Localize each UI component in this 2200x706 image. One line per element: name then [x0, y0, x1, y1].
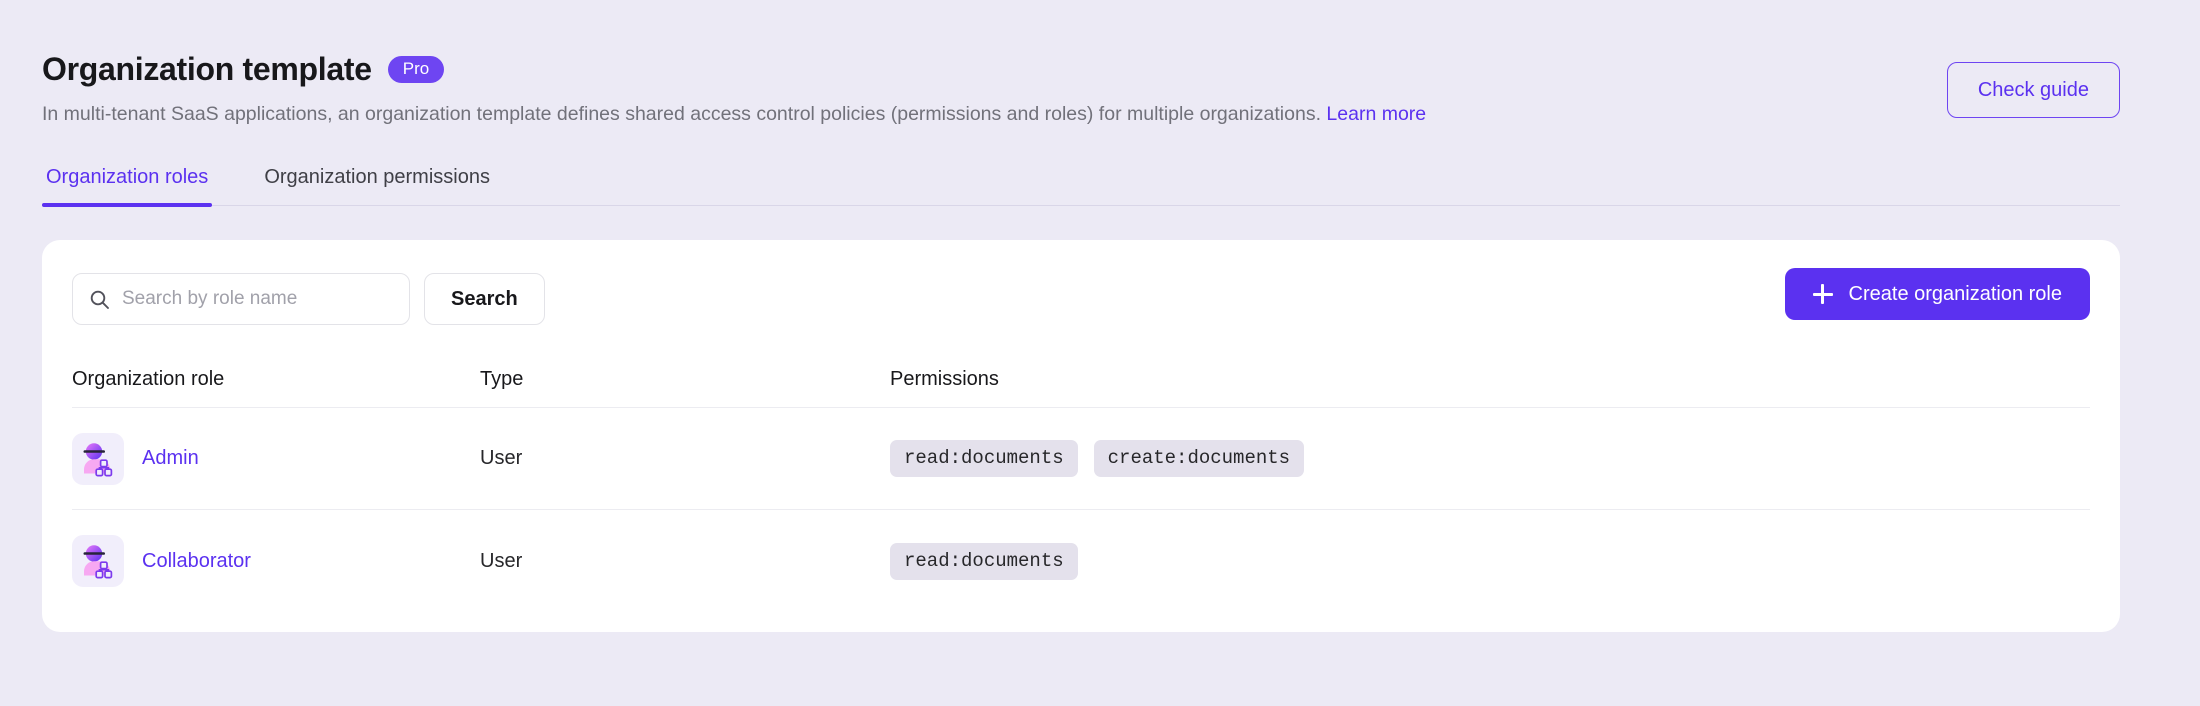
column-header-type: Type: [480, 368, 524, 390]
roles-toolbar: Search Create organization role: [42, 240, 2120, 330]
tabs: Organization roles Organization permissi…: [42, 166, 2120, 207]
column-header-permissions: Permissions: [890, 368, 999, 390]
tab-organization-permissions[interactable]: Organization permissions: [260, 166, 494, 205]
pro-badge: Pro: [387, 55, 445, 84]
role-permissions: read:documents: [890, 542, 2090, 580]
permission-chip: read:documents: [890, 542, 1078, 580]
search-input[interactable]: [122, 288, 393, 310]
page-description: In multi-tenant SaaS applications, an or…: [42, 101, 2120, 128]
roles-card: Search Create organization role Organiza…: [42, 240, 2120, 632]
role-permissions: read:documents create:documents: [890, 440, 2090, 477]
learn-more-link[interactable]: Learn more: [1326, 103, 1426, 125]
search-box[interactable]: [72, 273, 410, 325]
create-organization-role-button[interactable]: Create organization role: [1784, 268, 2090, 320]
organization-role-avatar-icon: [72, 535, 124, 587]
organization-role-avatar-icon: [72, 432, 124, 485]
role-type: User: [480, 447, 523, 469]
role-link[interactable]: Collaborator: [142, 550, 251, 573]
role-type: User: [480, 549, 523, 572]
role-link[interactable]: Admin: [142, 447, 199, 470]
tabs-bar: Organization roles Organization permissi…: [42, 166, 2120, 207]
permission-chip: read:documents: [890, 440, 1078, 477]
search-icon: [89, 289, 110, 310]
title-row: Organization template Pro: [42, 51, 2120, 87]
page-description-text: In multi-tenant SaaS applications, an or…: [42, 103, 1327, 126]
permission-chip: create:documents: [1093, 440, 1305, 477]
column-header-organization-role: Organization role: [72, 368, 225, 390]
create-organization-role-label: Create organization role: [1848, 282, 2062, 305]
tab-organization-roles[interactable]: Organization roles: [42, 166, 213, 207]
plus-icon: [1812, 284, 1833, 304]
organization-template-page: Organization template Pro In multi-tenan…: [0, 0, 2200, 706]
role-cell: Admin: [72, 432, 480, 485]
page-header: Organization template Pro In multi-tenan…: [42, 51, 2120, 128]
roles-table: Organization role Type Permissions Admin…: [42, 352, 2120, 612]
role-cell: Collaborator: [72, 535, 480, 587]
table-row: Admin User read:documents create:documen…: [72, 408, 2090, 510]
search-button[interactable]: Search: [424, 273, 545, 325]
table-row: Collaborator User read:documents: [72, 510, 2090, 612]
check-guide-button[interactable]: Check guide: [1946, 62, 2120, 118]
page-title: Organization template: [42, 51, 372, 87]
table-header-row: Organization role Type Permissions: [72, 352, 2090, 408]
